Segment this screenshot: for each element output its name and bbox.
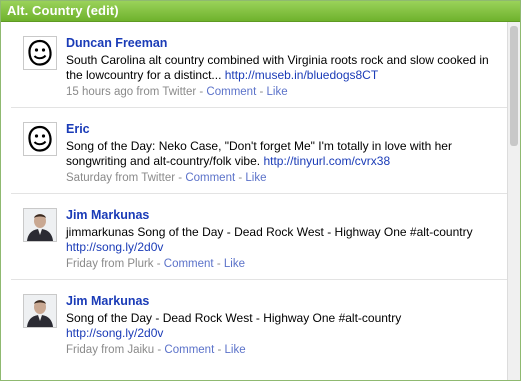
user-photo[interactable] (23, 294, 57, 328)
author-link[interactable]: Eric (66, 122, 496, 137)
meta-separator: - (214, 344, 225, 356)
author-link[interactable]: Jim Markunas (66, 208, 496, 223)
list-item: Jim Markunas Song of the Day - Dead Rock… (1, 280, 508, 366)
author-link[interactable]: Duncan Freeman (66, 36, 496, 51)
like-link[interactable]: Like (224, 258, 245, 270)
widget-title[interactable]: Alt. Country (edit) (7, 3, 119, 18)
meta-separator: - (154, 344, 165, 356)
comment-link[interactable]: Comment (206, 86, 256, 98)
entry-timestamp: Friday from Plurk (66, 258, 154, 270)
entry-timestamp: 15 hours ago from Twitter (66, 86, 197, 98)
scrollbar-thumb[interactable] (510, 26, 518, 146)
meta-separator: - (196, 86, 207, 98)
meta-separator: - (235, 172, 246, 184)
comment-link[interactable]: Comment (185, 172, 235, 184)
widget-frame: Alt. Country (edit) Duncan Freeman South… (0, 0, 521, 381)
widget-header: Alt. Country (edit) (1, 1, 520, 22)
smiley-face-icon[interactable] (23, 122, 57, 156)
entry-timestamp: Friday from Jaiku (66, 344, 155, 356)
entry-url-link[interactable]: http://museb.in/bluedogs8CT (225, 68, 378, 82)
entry-timestamp: Saturday from Twitter (66, 172, 176, 184)
entry-text: jimmarkunas Song of the Day - Dead Rock … (66, 225, 473, 239)
comment-link[interactable]: Comment (164, 344, 214, 356)
feed-list: Duncan Freeman South Carolina alt countr… (1, 22, 508, 380)
entry-url-link[interactable]: http://song.ly/2d0v (66, 326, 163, 340)
entry-url-link[interactable]: http://tinyurl.com/cvrx38 (263, 154, 390, 168)
scrollbar[interactable] (507, 22, 520, 380)
author-link[interactable]: Jim Markunas (66, 294, 496, 309)
entry-text: Song of the Day: Neko Case, "Don't forge… (66, 139, 452, 168)
meta-separator: - (213, 258, 224, 270)
like-link[interactable]: Like (267, 86, 288, 98)
entry-text: Song of the Day - Dead Rock West - Highw… (66, 311, 402, 325)
meta-separator: - (256, 86, 267, 98)
comment-link[interactable]: Comment (164, 258, 214, 270)
list-item: Jim Markunas jimmarkunas Song of the Day… (1, 194, 508, 280)
list-item: Eric Song of the Day: Neko Case, "Don't … (1, 108, 508, 194)
meta-separator: - (175, 172, 186, 184)
like-link[interactable]: Like (225, 344, 246, 356)
smiley-face-icon[interactable] (23, 36, 57, 70)
list-item: Duncan Freeman South Carolina alt countr… (1, 22, 508, 108)
entry-url-link[interactable]: http://song.ly/2d0v (66, 240, 163, 254)
like-link[interactable]: Like (245, 172, 266, 184)
meta-separator: - (153, 258, 164, 270)
user-photo[interactable] (23, 208, 57, 242)
